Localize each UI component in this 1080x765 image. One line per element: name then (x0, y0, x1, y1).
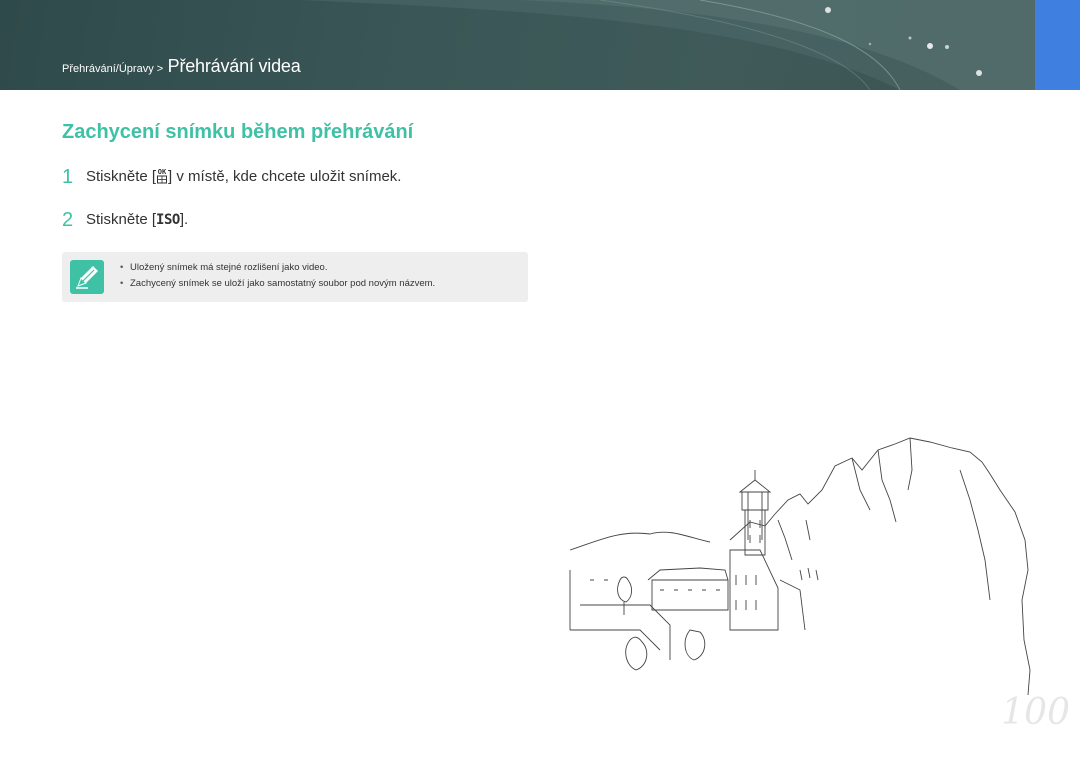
page-header: Přehrávání/Úpravy > Přehrávání videa (0, 0, 1035, 90)
step-1: 1 Stiskněte [OK] v místě, kde chcete ulož… (62, 166, 401, 189)
chapter-tab[interactable] (1035, 0, 1080, 90)
section-title: Zachycení snímku během přehrávání (62, 121, 414, 143)
list-item: Zachycený snímek se uloží jako samostatn… (120, 276, 435, 292)
iso-button-label: ISO (156, 212, 180, 228)
step-text-before: Stiskněte [ (86, 211, 157, 228)
ok-button-icon: OK (156, 167, 168, 184)
step-text-after: ]. (179, 211, 189, 228)
note-box: Uložený snímek má stejné rozlišení jako … (62, 252, 528, 302)
step-text-after: ] v místě, kde chcete uložit snímek. (168, 168, 402, 185)
pencil-note-icon (70, 260, 104, 294)
breadcrumb-current: Přehrávání videa (167, 56, 301, 76)
svg-text:OK: OK (158, 168, 167, 176)
note-list: Uložený snímek má stejné rozlišení jako … (120, 260, 435, 292)
breadcrumb-parent[interactable]: Přehrávání/Úpravy > (62, 63, 163, 75)
step-2: 2 Stiskněte [ISO]. (62, 209, 188, 232)
landscape-illustration (569, 437, 1031, 696)
step-text-before: Stiskněte [ (86, 168, 157, 185)
step-number: 2 (62, 209, 74, 231)
page-number: 100 (1001, 692, 1070, 733)
list-item: Uložený snímek má stejné rozlišení jako … (120, 260, 435, 276)
breadcrumb: Přehrávání/Úpravy > Přehrávání videa (62, 56, 301, 77)
step-number: 1 (62, 166, 74, 188)
